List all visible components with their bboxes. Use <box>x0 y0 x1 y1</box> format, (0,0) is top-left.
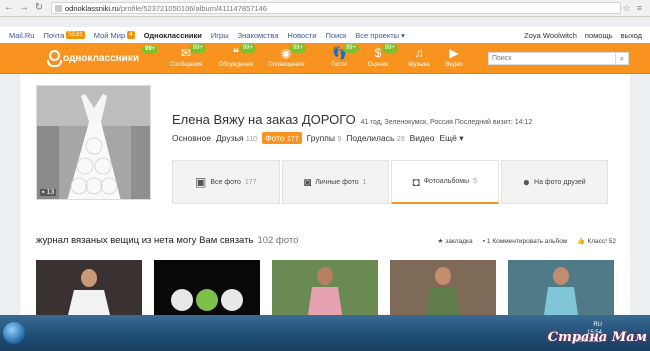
nav-notifications[interactable]: ◉ Оповещения 99+ <box>264 44 308 69</box>
album-photo-count: 102 фото <box>257 235 299 246</box>
address-bar[interactable]: odnoklassniki.ru /profile/523721050106/a… <box>51 2 621 14</box>
forward-icon[interactable]: → <box>18 2 30 14</box>
nav-dating[interactable]: Знакомства <box>238 31 279 40</box>
thumbs-up-icon: 👍 <box>577 238 586 245</box>
star-icon[interactable]: ☆ <box>623 3 631 14</box>
nav-games[interactable]: Игры <box>211 31 229 40</box>
nav-guests[interactable]: 👣 Гости 99+ <box>317 44 361 69</box>
watermark: Страна Мам <box>547 330 647 345</box>
logout-link[interactable]: выход <box>621 31 642 40</box>
photo-grid <box>36 260 616 315</box>
profile-tabs: Основное Друзья 110 Фото 177 Группы 9 По… <box>172 132 463 144</box>
nav-news[interactable]: Новости <box>287 31 316 40</box>
photo-thumbnail[interactable] <box>508 260 614 315</box>
photo-thumbnail[interactable] <box>390 260 496 315</box>
like-button[interactable]: 👍 Класс! 52 <box>577 237 616 246</box>
nav-video[interactable]: ▶ Видео <box>432 46 476 69</box>
pin-icon: ● <box>522 175 531 189</box>
tab-all-photos[interactable]: ▣ Все фото 177 <box>172 160 280 204</box>
mail-count-badge: 5531 <box>66 31 85 39</box>
comment-icon: ▪ <box>42 189 45 196</box>
tab-video[interactable]: Видео <box>410 133 435 143</box>
menu-icon[interactable]: ≡ <box>637 3 642 14</box>
profile-content: ▪ 13 Елена Вяжу на заказ ДОРОГО 41 год, З… <box>20 74 630 315</box>
music-icon: ♫ <box>414 46 424 60</box>
nav-discussions[interactable]: ❝ Обсуждения 99+ <box>214 44 258 69</box>
comment-icon: ▪ <box>482 237 485 245</box>
tab-personal-photos[interactable]: ◙ Личные фото 1 <box>281 160 389 204</box>
nav-mailru[interactable]: Mail.Ru <box>9 31 34 40</box>
logo-badge: 99+ <box>142 45 159 54</box>
tab-friends[interactable]: Друзья 110 <box>216 133 257 143</box>
language-indicator[interactable]: RU <box>572 321 602 329</box>
album-tabs: ▣ Все фото 177 ◙ Личные фото 1 ◘ Фотоальбо… <box>172 160 610 204</box>
start-button[interactable] <box>3 322 25 344</box>
reload-icon[interactable]: ↻ <box>33 2 45 14</box>
photo-thumbnail[interactable] <box>154 260 260 315</box>
nav-messages[interactable]: ✉ Сообщения 99+ <box>164 44 208 69</box>
nav-mail[interactable]: Почта 5531 <box>43 31 85 40</box>
portal-nav: Mail.Ru Почта 5531 Мой Мир 4 Одноклассники… <box>0 27 650 43</box>
ok-logo-icon <box>46 49 62 67</box>
site-header: одноклассники 99+ ✉ Сообщения 99+ ❝ Обсу… <box>0 43 650 74</box>
logo-text: одноклассники <box>63 52 139 64</box>
tab-more[interactable]: Ещё ▾ <box>439 133 463 144</box>
user-name[interactable]: Zoya Woolwitch <box>524 31 577 40</box>
photos-icon: ▣ <box>194 175 207 189</box>
back-icon[interactable]: ← <box>3 2 15 14</box>
help-link[interactable]: помощь <box>585 31 613 40</box>
search-icon[interactable]: ⌕ <box>616 52 629 65</box>
tab-photos[interactable]: Фото 177 <box>262 132 302 144</box>
tab-photo-albums[interactable]: ◘ Фотоальбомы 5 <box>391 160 499 204</box>
url-path: /profile/523721050106/album/411147857146 <box>118 3 267 13</box>
album-header: журнал вязаных вещиц из нета могу Вам св… <box>36 235 616 246</box>
camera-icon: ◙ <box>303 175 312 189</box>
profile-photo[interactable]: ▪ 13 <box>36 85 151 200</box>
tab-main[interactable]: Основное <box>172 133 211 143</box>
profile-header: Елена Вяжу на заказ ДОРОГО 41 год, Зелен… <box>172 112 532 127</box>
crochet-dress-photo <box>37 86 150 199</box>
url-host: odnoklassniki.ru <box>65 3 119 13</box>
profile-name: Елена Вяжу на заказ ДОРОГО <box>172 112 356 127</box>
page-icon <box>55 4 62 12</box>
search-input[interactable]: Поиск <box>488 52 616 65</box>
browser-toolbar: ← → ↻ odnoklassniki.ru /profile/52372105… <box>0 0 650 17</box>
myworld-count-badge: 4 <box>127 31 135 39</box>
nav-ratings[interactable]: $ Оценки 99+ <box>356 44 400 69</box>
nav-odnoklassniki[interactable]: Одноклассники <box>144 31 202 40</box>
os-taskbar: RU 15:54 18.09.2013 Страна Мам <box>0 315 650 351</box>
album-title: журнал вязаных вещиц из нета могу Вам св… <box>36 235 254 246</box>
nav-myworld[interactable]: Мой Мир 4 <box>94 31 135 40</box>
nav-all-projects[interactable]: Все проекты ▾ <box>355 31 405 40</box>
video-icon: ▶ <box>449 46 459 60</box>
tab-shared[interactable]: Поделилась 29 <box>346 133 404 143</box>
tab-groups[interactable]: Группы 9 <box>307 133 342 143</box>
comment-album-button[interactable]: ▪ 1 Комментировать альбом <box>483 237 568 245</box>
photo-count: ▪ 13 <box>40 189 57 196</box>
star-icon: ★ <box>437 238 444 245</box>
photo-thumbnail[interactable] <box>36 260 142 315</box>
site-logo[interactable]: одноклассники 99+ <box>46 45 159 67</box>
bookmark-button[interactable]: ★ закладка <box>437 237 472 246</box>
album-icon: ◘ <box>412 174 420 189</box>
profile-meta: 41 год, Зеленокумск, Россия Последний ви… <box>360 119 533 126</box>
photo-thumbnail[interactable] <box>272 260 378 315</box>
tab-friends-photos[interactable]: ● На фото друзей <box>500 160 608 204</box>
nav-search[interactable]: Поиск <box>325 31 346 40</box>
